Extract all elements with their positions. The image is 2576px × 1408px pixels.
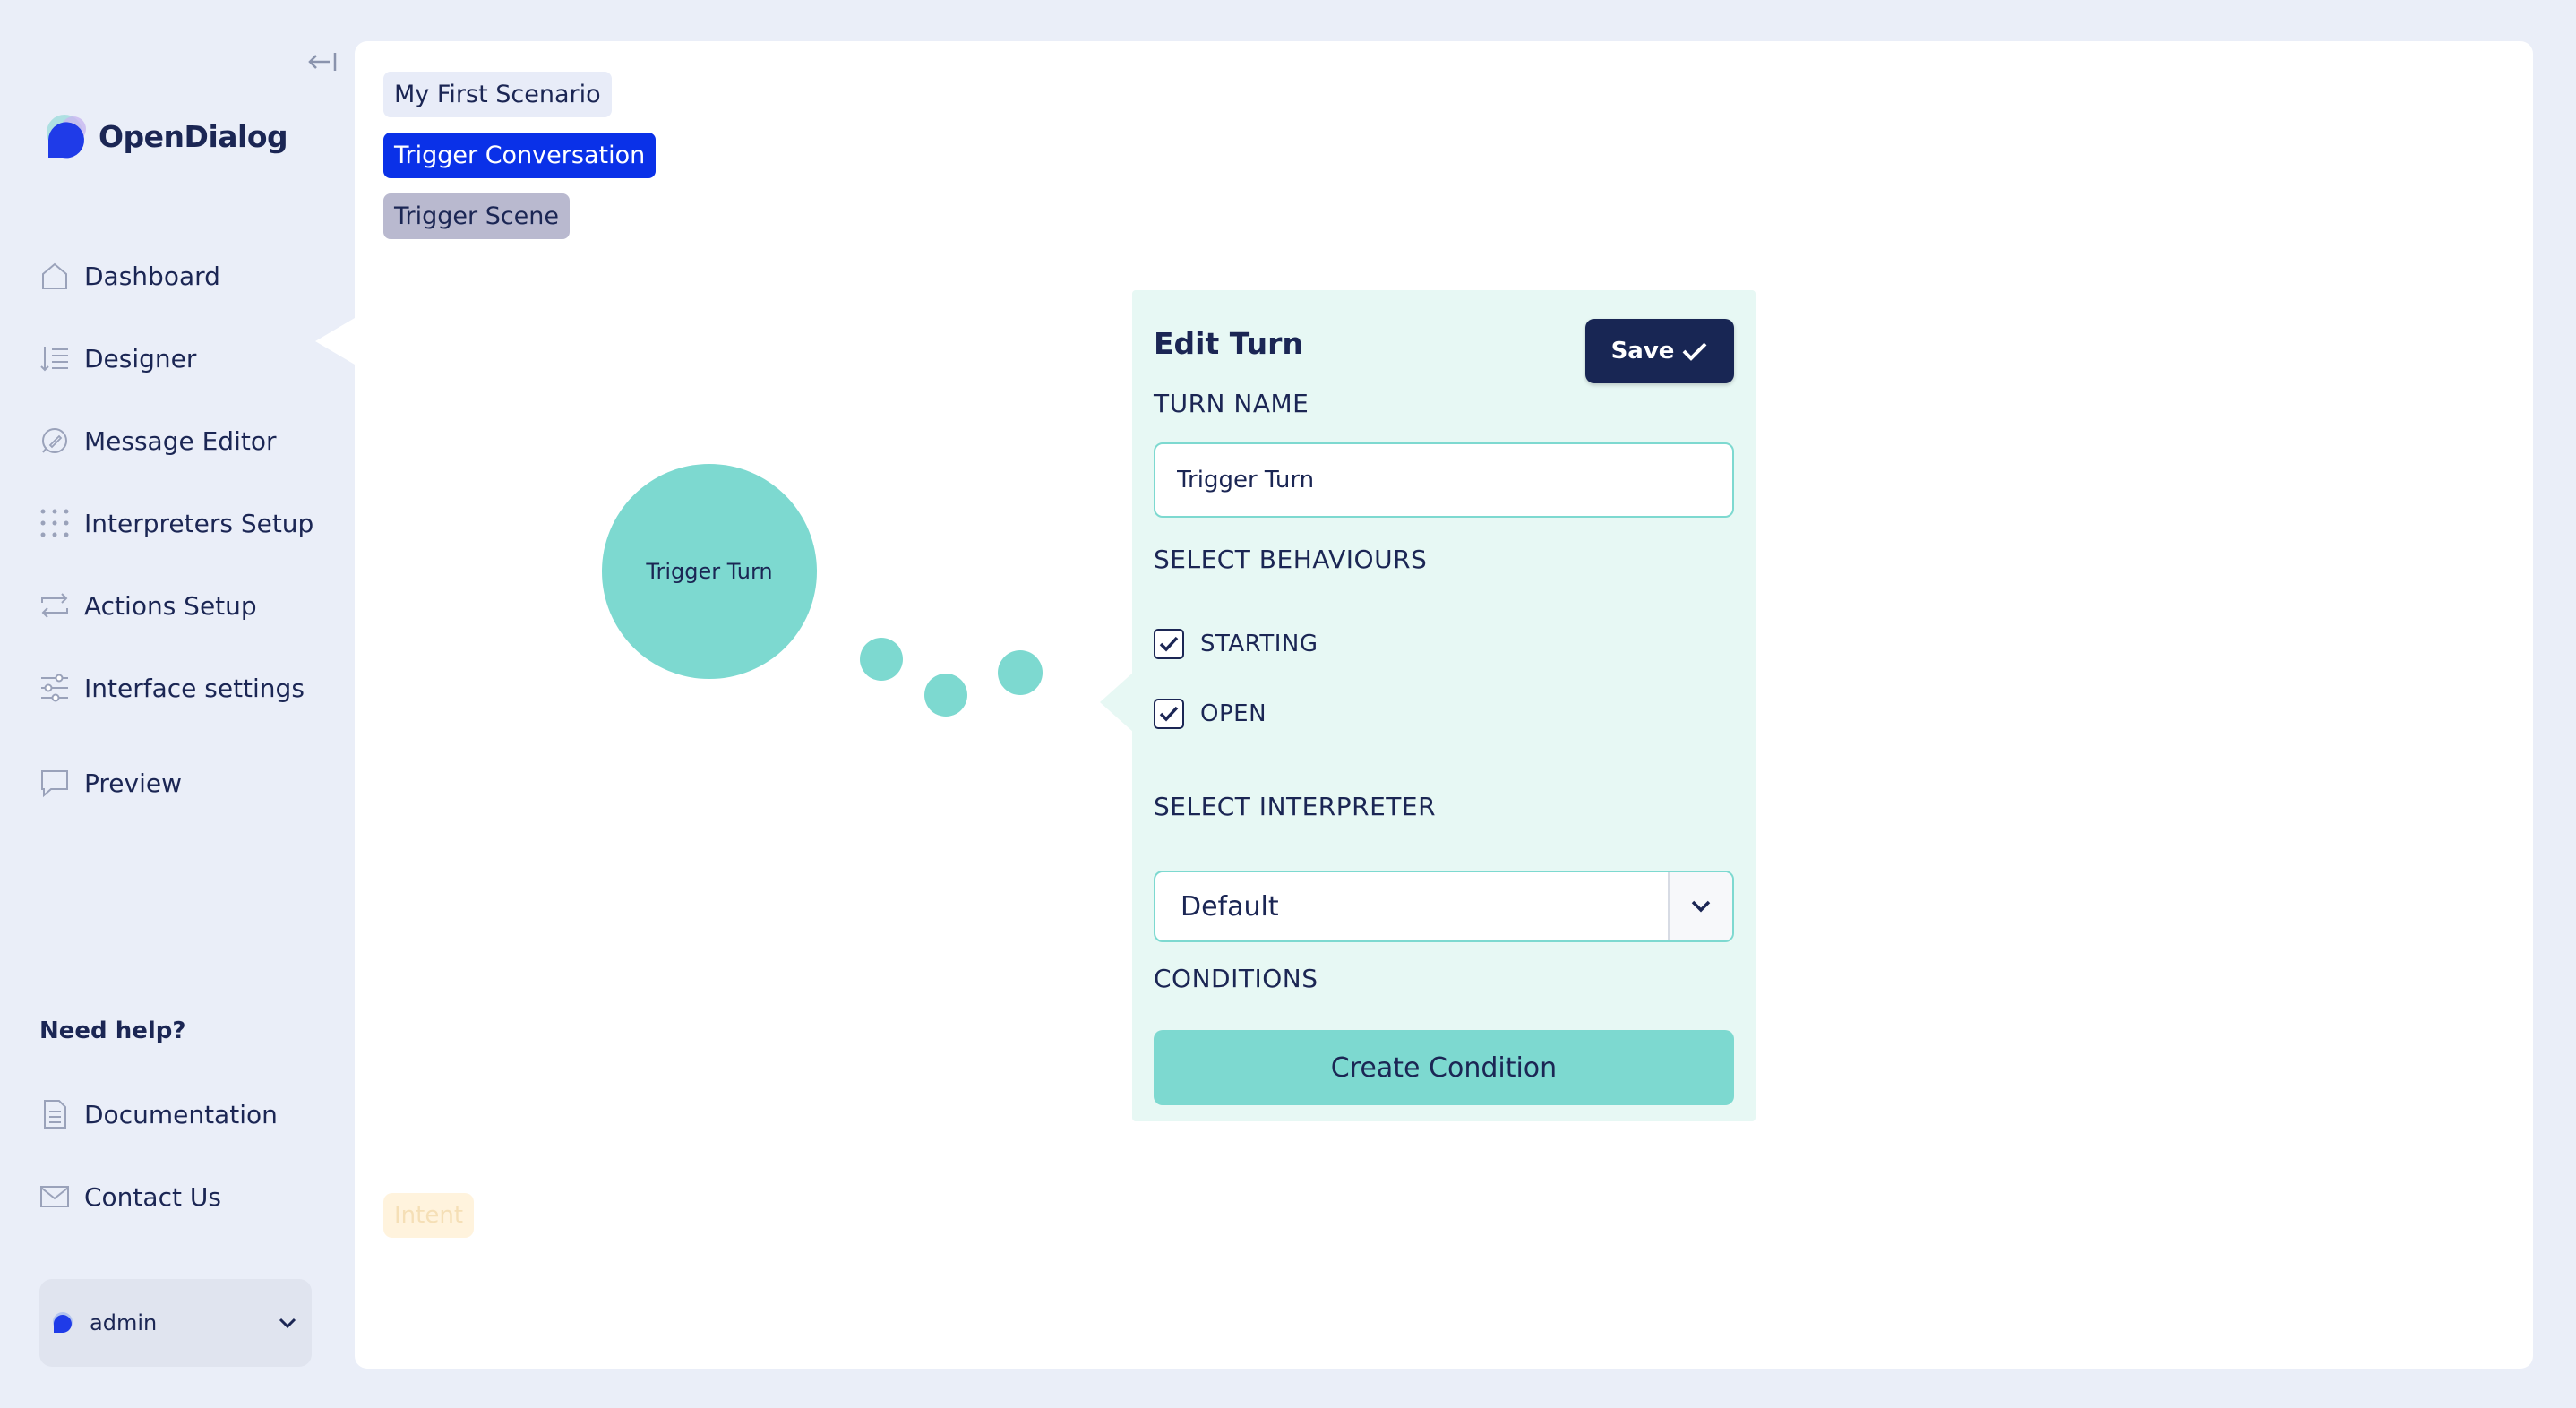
select-toggle[interactable] xyxy=(1668,872,1732,940)
behaviour-starting-checkbox[interactable]: STARTING xyxy=(1154,629,1318,659)
connector-dot xyxy=(998,650,1043,695)
help-nav: Documentation Contact Us xyxy=(39,1073,278,1238)
sidebar-item-label: Documentation xyxy=(84,1099,278,1129)
intent-chip[interactable]: Intent xyxy=(383,1193,475,1238)
chevron-down-icon xyxy=(1691,900,1711,913)
sidebar-item-documentation[interactable]: Documentation xyxy=(39,1073,278,1155)
sidebar-preview-section: Preview xyxy=(39,742,182,824)
sidebar-item-label: Preview xyxy=(84,768,182,798)
user-menu[interactable]: admin xyxy=(39,1279,312,1367)
sidebar-item-label: Interface settings xyxy=(84,673,305,703)
checkbox-label: OPEN xyxy=(1200,700,1267,727)
save-button[interactable]: Save xyxy=(1585,319,1734,383)
designer-canvas: My First Scenario Trigger Conversation T… xyxy=(355,41,2533,1369)
checkbox[interactable] xyxy=(1154,629,1184,659)
chevron-down-icon xyxy=(279,1318,296,1329)
chat-bubble-icon xyxy=(41,770,68,798)
panel-pointer xyxy=(1100,672,1134,733)
sidebar-item-label: Designer xyxy=(84,343,197,373)
logo[interactable]: OpenDialog xyxy=(39,109,288,163)
connector-dot xyxy=(860,638,903,681)
turn-node[interactable]: Trigger Turn xyxy=(602,464,817,679)
conditions-label: CONDITIONS xyxy=(1154,964,1318,993)
user-name: admin xyxy=(90,1310,158,1335)
checkbox-label: STARTING xyxy=(1200,631,1318,657)
panel-title: Edit Turn xyxy=(1154,326,1303,361)
sidebar-item-label: Dashboard xyxy=(84,261,220,291)
sidebar-item-actions-setup[interactable]: Actions Setup xyxy=(39,564,313,647)
envelope-icon xyxy=(40,1186,69,1207)
edit-turn-panel: Edit Turn Save TURN NAME SELECT BEHAVIOU… xyxy=(1132,290,1756,1121)
save-button-label: Save xyxy=(1610,338,1675,365)
message-editor-icon xyxy=(42,428,67,453)
behaviours-label: SELECT BEHAVIOURS xyxy=(1154,545,1428,574)
sidebar-item-message-editor[interactable]: Message Editor xyxy=(39,399,313,482)
collapse-sidebar-icon[interactable] xyxy=(306,48,339,75)
breadcrumb-scene[interactable]: Trigger Scene xyxy=(383,193,571,239)
main-nav: Dashboard Designer Message Editor Interp… xyxy=(39,235,313,729)
brand-name: OpenDialog xyxy=(99,118,288,154)
breadcrumb-conversation[interactable]: Trigger Conversation xyxy=(383,133,657,178)
interpreter-selected-value: Default xyxy=(1181,890,1279,923)
sidebar: OpenDialog Dashboard Designer Message Ed… xyxy=(0,0,355,1408)
checkbox[interactable] xyxy=(1154,699,1184,729)
turn-node-label: Trigger Turn xyxy=(646,559,773,584)
connector-dot xyxy=(924,674,967,717)
repeat-arrows-icon xyxy=(41,593,68,618)
help-heading: Need help? xyxy=(39,1017,186,1044)
behaviour-open-checkbox[interactable]: OPEN xyxy=(1154,699,1267,729)
turn-name-input[interactable] xyxy=(1154,442,1734,518)
opendialog-logo-icon xyxy=(47,115,86,159)
checkmark-icon xyxy=(1159,636,1179,652)
sidebar-item-label: Actions Setup xyxy=(84,590,257,621)
turn-name-label: TURN NAME xyxy=(1154,389,1309,418)
sidebar-item-dashboard[interactable]: Dashboard xyxy=(39,235,313,317)
designer-icon xyxy=(40,347,68,372)
sliders-icon xyxy=(41,674,68,702)
sidebar-item-label: Message Editor xyxy=(84,425,277,456)
interpreter-label: SELECT INTERPRETER xyxy=(1154,792,1437,821)
create-condition-button[interactable]: Create Condition xyxy=(1154,1030,1734,1105)
avatar xyxy=(53,1312,73,1334)
sidebar-item-label: Interpreters Setup xyxy=(84,508,314,538)
sidebar-item-interface-settings[interactable]: Interface settings xyxy=(39,647,313,729)
sidebar-item-designer[interactable]: Designer xyxy=(39,317,313,399)
checkmark-icon xyxy=(1159,706,1179,722)
sidebar-item-contact-us[interactable]: Contact Us xyxy=(39,1155,278,1238)
sidebar-item-preview[interactable]: Preview xyxy=(39,742,182,824)
active-nav-pointer xyxy=(315,318,355,365)
checkmark-icon xyxy=(1683,342,1707,361)
home-icon xyxy=(42,262,67,289)
breadcrumb-scenario[interactable]: My First Scenario xyxy=(383,72,612,117)
interpreter-select[interactable]: Default xyxy=(1154,871,1734,942)
sidebar-item-interpreters-setup[interactable]: Interpreters Setup xyxy=(39,482,313,564)
grid-dots-icon xyxy=(40,509,69,537)
sidebar-item-label: Contact Us xyxy=(84,1181,221,1212)
document-icon xyxy=(44,1100,66,1129)
